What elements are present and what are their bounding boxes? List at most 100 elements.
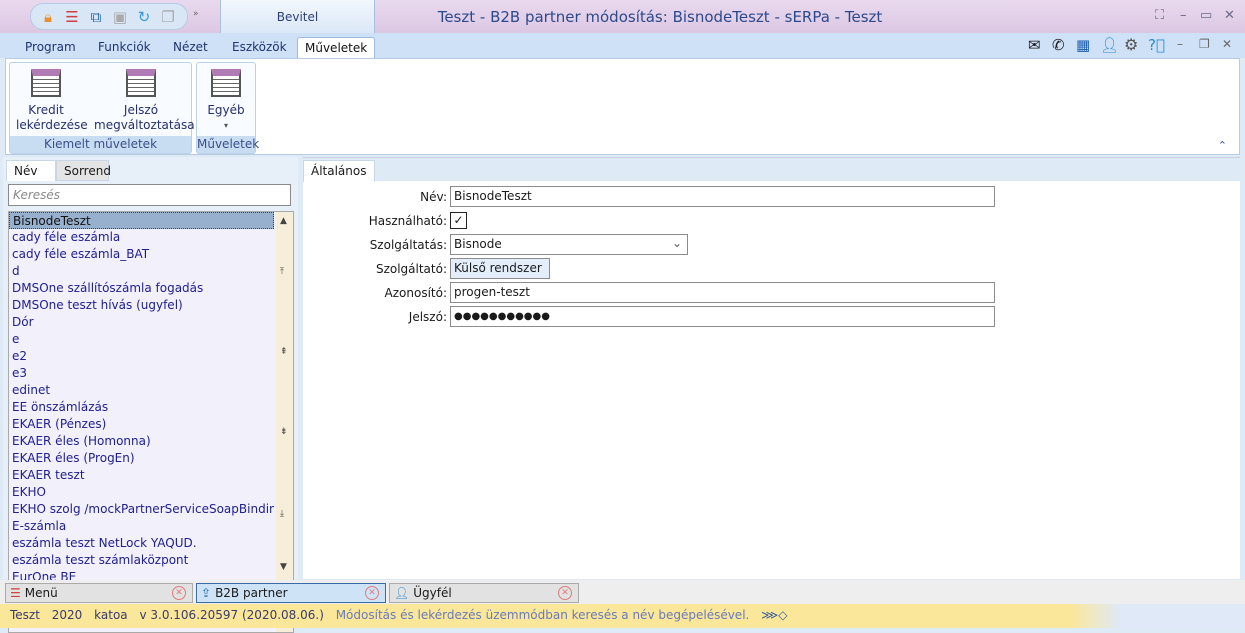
button-label: lekérdezése bbox=[16, 118, 88, 132]
list-item[interactable]: Dór bbox=[9, 314, 274, 331]
group-label: Műveletek bbox=[197, 136, 260, 153]
tab-label: Ügyfél bbox=[413, 586, 452, 600]
list-item[interactable]: cady féle eszámla bbox=[9, 229, 274, 246]
windows-icon[interactable]: ❐ bbox=[159, 8, 177, 26]
scrollbar[interactable]: ▲ ⤒ ⇞ ⇟ ⤓ ▼ bbox=[276, 212, 293, 632]
list-item[interactable]: e3 bbox=[9, 365, 274, 382]
list-item[interactable]: e bbox=[9, 331, 274, 348]
user-icon[interactable]: 👤︎ bbox=[1100, 36, 1119, 54]
status-version: v 3.0.106.20597 (2020.08.06.) bbox=[139, 608, 324, 622]
group-label: Kiemelt műveletek bbox=[10, 136, 191, 153]
tab-altalanos[interactable]: Általános bbox=[303, 160, 375, 182]
szolgaltatas-select[interactable]: Bisnode ⌄ bbox=[450, 234, 688, 255]
menu-tree-icon: ☰ bbox=[10, 586, 21, 600]
overflow-icon[interactable]: » bbox=[193, 9, 199, 19]
fish-icon: ⋙◇ bbox=[761, 608, 788, 622]
list-item[interactable]: BisnodeTeszt bbox=[9, 212, 274, 229]
list-item[interactable]: EKAER teszt bbox=[9, 467, 274, 484]
hasznalhato-checkbox[interactable]: ✓ bbox=[450, 212, 467, 229]
context-tab-bevitel[interactable]: Bevitel bbox=[220, 0, 375, 33]
jelszo-field[interactable]: ●●●●●●●●●●● bbox=[450, 306, 995, 327]
save-icon[interactable]: ▣ bbox=[111, 8, 129, 26]
list-item[interactable]: EE önszámlázás bbox=[9, 399, 274, 416]
search-input[interactable]: Keresés bbox=[8, 184, 291, 206]
window-search-icon[interactable]: ⧉ bbox=[87, 8, 105, 26]
close-tab-icon[interactable]: ✕ bbox=[365, 586, 379, 600]
doc-restore-button[interactable]: ❐ bbox=[1199, 37, 1210, 51]
list-item[interactable]: e2 bbox=[9, 348, 274, 365]
label-azonosito: Azonosító: bbox=[384, 285, 447, 300]
list-item[interactable]: edinet bbox=[9, 382, 274, 399]
status-bar: Teszt 2020 katoa v 3.0.106.20597 (2020.0… bbox=[0, 604, 1245, 628]
phone-icon[interactable]: ✆ bbox=[1052, 36, 1065, 54]
doc-close-button[interactable]: ✕ bbox=[1222, 37, 1232, 51]
group-muveletek: Egyéb ▾ Műveletek bbox=[196, 62, 260, 154]
label-nev: Név: bbox=[420, 189, 447, 204]
collapse-ribbon-icon[interactable]: ⌃ bbox=[1218, 139, 1227, 152]
doc-minimize-button[interactable]: – bbox=[1177, 37, 1183, 51]
partner-list: BisnodeTeszt cady féle eszámla cady féle e… bbox=[8, 211, 294, 633]
page-up-icon[interactable]: ⇞ bbox=[280, 347, 288, 357]
doc-tab-menu[interactable]: ☰ Menü ✕ bbox=[5, 583, 193, 603]
help-icon[interactable]: ?⃝ bbox=[1148, 36, 1165, 54]
doc-tab-b2b-partner[interactable]: ⇪ B2B partner ✕ bbox=[196, 583, 386, 603]
detail-tabs: Általános bbox=[303, 158, 1240, 182]
lock-icon[interactable]: 🔒︎ bbox=[39, 8, 57, 26]
document-tabs: ☰ Menü ✕ ⇪ B2B partner ✕ 👤︎ Ügyfél ✕ bbox=[0, 580, 1245, 604]
scroll-down-icon[interactable]: ▼ bbox=[280, 562, 287, 572]
list-item[interactable]: DMSOne teszt hívás (ugyfel) bbox=[9, 297, 274, 314]
maximize-button[interactable]: ▭ bbox=[1200, 8, 1212, 23]
list-item[interactable]: EKAER éles (Homonna) bbox=[9, 433, 274, 450]
tab-label: Menü bbox=[24, 586, 58, 600]
menu-tree-icon[interactable]: ☰ bbox=[63, 8, 81, 26]
tab-funkciok[interactable]: Funkciók bbox=[98, 37, 151, 58]
tab-nev[interactable]: Név bbox=[6, 160, 56, 181]
status-year: 2020 bbox=[51, 608, 83, 622]
mail-icon[interactable]: ✉ bbox=[1028, 36, 1041, 54]
tab-nezet[interactable]: Nézet bbox=[173, 37, 208, 58]
tab-program[interactable]: Program bbox=[25, 37, 76, 58]
list-item[interactable]: EKHO bbox=[9, 484, 274, 501]
restore-icon[interactable]: ⛶ bbox=[1155, 8, 1164, 23]
list-item[interactable]: eszámla teszt NetLock YAQUD. bbox=[9, 535, 274, 552]
scroll-bottom-icon[interactable]: ⤓ bbox=[280, 509, 284, 519]
list-item[interactable]: EKHO szolg /mockPartnerServiceSoapBindin… bbox=[9, 501, 274, 518]
egyeb-dropdown-button[interactable]: Egyéb ▾ bbox=[197, 69, 255, 133]
minimize-button[interactable]: – bbox=[1180, 8, 1187, 23]
detail-pane: Általános Név: BisnodeTeszt Használható: ✓… bbox=[303, 157, 1240, 579]
tab-eszkozok[interactable]: Eszközök bbox=[232, 37, 287, 58]
list-item[interactable]: d bbox=[9, 263, 274, 280]
nev-field[interactable]: BisnodeTeszt bbox=[450, 186, 995, 207]
scroll-top-icon[interactable]: ⤒ bbox=[280, 267, 284, 277]
refresh-icon[interactable]: ↻ bbox=[135, 8, 153, 26]
azonosito-field[interactable]: progen-teszt bbox=[450, 282, 995, 303]
user-icon: 👤︎ bbox=[394, 586, 410, 600]
scroll-up-icon[interactable]: ▲ bbox=[280, 216, 287, 226]
calculator-icon[interactable]: ▦ bbox=[1076, 36, 1090, 54]
label-hasznalhato: Használható: bbox=[368, 213, 447, 228]
list-item[interactable]: DMSOne szállítószámla fogadás bbox=[9, 280, 274, 297]
button-label: Egyéb bbox=[207, 103, 245, 117]
close-tab-icon[interactable]: ✕ bbox=[558, 586, 572, 600]
chevron-down-icon: ⌄ bbox=[671, 236, 682, 250]
list-icon bbox=[31, 69, 61, 97]
tab-label: B2B partner bbox=[215, 586, 288, 600]
close-tab-icon[interactable]: ✕ bbox=[172, 586, 186, 600]
szolgaltato-field: Külső rendszer bbox=[450, 258, 550, 279]
tab-muveletek[interactable]: Műveletek bbox=[297, 37, 376, 58]
kredit-lekerdezese-button[interactable]: Kredit lekérdezése bbox=[16, 69, 88, 133]
list-item[interactable]: EKAER éles (ProgEn) bbox=[9, 450, 274, 467]
list-item[interactable]: EKAER (Pénzes) bbox=[9, 416, 274, 433]
tab-sorrend[interactable]: Sorrend bbox=[56, 160, 111, 181]
list-item[interactable]: E-számla bbox=[9, 518, 274, 535]
doc-tab-ugyfel[interactable]: 👤︎ Ügyfél ✕ bbox=[389, 583, 579, 603]
jelszo-megvaltoztatasa-button[interactable]: Jelszó megváltoztatása bbox=[94, 69, 195, 133]
button-label: Jelszó bbox=[123, 103, 159, 117]
left-pane: Név Sorrend Keresés BisnodeTeszt cady fél… bbox=[3, 157, 298, 633]
list-item[interactable]: cady féle eszámla_BAT bbox=[9, 246, 274, 263]
page-down-icon[interactable]: ⇟ bbox=[280, 427, 288, 437]
gear-icon[interactable]: ⚙ bbox=[1124, 35, 1138, 54]
list-item[interactable]: eszámla teszt számlaközpont bbox=[9, 552, 274, 569]
close-button[interactable]: ✕ bbox=[1224, 8, 1235, 23]
group-kiemelt-muveletek: Kredit lekérdezése Jelszó megváltoztatás… bbox=[9, 62, 195, 154]
